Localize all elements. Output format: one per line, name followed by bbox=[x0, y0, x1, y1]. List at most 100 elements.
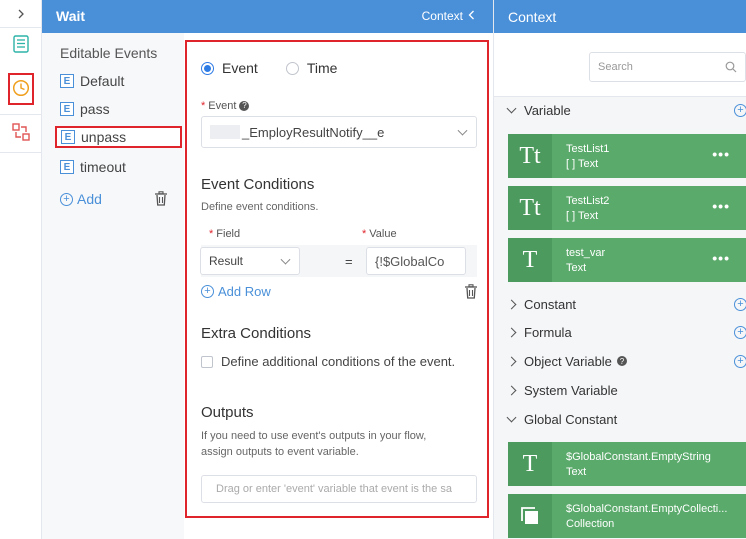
chevron-right-icon bbox=[506, 385, 517, 395]
group-variable-label: Variable bbox=[524, 102, 571, 118]
chevron-down-icon bbox=[280, 254, 291, 265]
group-constant-label: Constant bbox=[524, 296, 577, 312]
variable-name: TestList2 bbox=[566, 195, 610, 207]
event-badge-icon: E bbox=[60, 74, 74, 88]
field-select-value: Result bbox=[209, 254, 244, 268]
variable-type: [ ] Text bbox=[566, 158, 599, 170]
wait-header: Wait Context bbox=[42, 0, 493, 33]
event-label-text: Event bbox=[208, 100, 237, 112]
text-list-icon: Tt bbox=[508, 186, 552, 230]
more-icon[interactable]: ••• bbox=[712, 250, 730, 266]
plus-circle-icon: + bbox=[60, 192, 73, 206]
variable-card-testlist2[interactable]: Tt TestList2 [ ] Text ••• bbox=[508, 186, 746, 230]
global-constant-name: $GlobalConstant.EmptyCollecti... bbox=[566, 503, 728, 515]
event-select-value: _EmployResultNotify__e bbox=[242, 124, 385, 140]
radio-time-dot bbox=[285, 61, 299, 75]
add-constant-icon[interactable]: + bbox=[734, 297, 746, 311]
event-badge-icon: E bbox=[61, 130, 75, 144]
rail-wait-button[interactable] bbox=[0, 72, 41, 106]
add-formula-icon[interactable]: + bbox=[734, 325, 746, 339]
event-item-label: unpass bbox=[81, 129, 127, 145]
plus-circle-icon: + bbox=[201, 285, 214, 298]
chevron-down-icon bbox=[506, 412, 517, 422]
group-constant[interactable]: Constant + bbox=[494, 291, 746, 317]
checkbox-box bbox=[201, 355, 213, 368]
event-label: * Event? bbox=[201, 100, 250, 112]
collapse-toggle[interactable] bbox=[0, 0, 41, 28]
rail-wait-highlight bbox=[7, 73, 34, 105]
add-object-variable-icon[interactable]: + bbox=[734, 354, 746, 368]
context-title: Context bbox=[508, 9, 557, 25]
add-row-label: Add Row bbox=[218, 284, 271, 299]
add-event-label: Add bbox=[77, 191, 102, 207]
more-icon[interactable]: ••• bbox=[712, 198, 730, 214]
group-system-variable-label: System Variable bbox=[524, 382, 618, 398]
more-icon[interactable]: ••• bbox=[712, 146, 730, 162]
operator-equals: = bbox=[345, 254, 353, 269]
context-search-area: Search bbox=[494, 33, 746, 97]
branch-icon bbox=[11, 122, 31, 145]
variable-name: test_var bbox=[566, 247, 606, 259]
event-badge-icon: E bbox=[60, 160, 74, 174]
event-conditions-title: Event Conditions bbox=[201, 176, 315, 193]
event-item-label: Default bbox=[80, 73, 125, 89]
radio-event-dot bbox=[201, 61, 214, 75]
group-formula[interactable]: Formula + bbox=[494, 319, 746, 345]
event-item-timeout[interactable]: E timeout bbox=[54, 156, 126, 178]
global-constant-name: $GlobalConstant.EmptyString bbox=[566, 451, 711, 463]
context-search-input[interactable]: Search bbox=[589, 52, 746, 82]
extra-conditions-title: Extra Conditions bbox=[201, 325, 312, 342]
add-row-button[interactable]: + Add Row bbox=[201, 284, 271, 299]
variable-card-testlist1[interactable]: Tt TestList1 [ ] Text ••• bbox=[508, 134, 746, 178]
radio-event[interactable]: Event bbox=[201, 60, 258, 76]
context-toggle[interactable]: Context bbox=[422, 9, 475, 23]
mode-radio-group: Event Time bbox=[201, 60, 337, 76]
outputs-title: Outputs bbox=[201, 404, 254, 421]
chevron-left-icon bbox=[468, 9, 475, 23]
value-input[interactable]: {!$GlobalCo bbox=[366, 247, 466, 275]
search-icon bbox=[725, 61, 737, 76]
global-constant-card-emptycollection[interactable]: $GlobalConstant.EmptyCollecti... Collect… bbox=[508, 494, 746, 538]
group-object-variable[interactable]: Object Variable ? + bbox=[494, 348, 746, 374]
editable-events-panel: Editable Events E Default E pass E unpas… bbox=[42, 33, 184, 539]
variable-name: TestList1 bbox=[566, 143, 610, 155]
event-item-label: timeout bbox=[80, 159, 126, 175]
rail-list-button[interactable] bbox=[0, 30, 41, 60]
event-form: Event Time * Event? _EmployResultNotify__… bbox=[185, 40, 489, 518]
value-input-text: {!$GlobalCo bbox=[375, 253, 445, 269]
redacted-text bbox=[210, 125, 240, 139]
event-badge-icon: E bbox=[60, 102, 74, 116]
variable-card-test-var[interactable]: T test_var Text ••• bbox=[508, 238, 746, 282]
context-header: Context bbox=[494, 0, 746, 33]
variable-type: Text bbox=[566, 262, 587, 274]
chevron-right-icon bbox=[506, 299, 517, 309]
outputs-input[interactable]: Drag or enter 'event' variable that even… bbox=[201, 475, 477, 503]
wait-title: Wait bbox=[56, 8, 86, 24]
clock-icon bbox=[12, 79, 30, 100]
event-conditions-desc: Define event conditions. bbox=[201, 201, 319, 213]
add-variable-icon[interactable]: + bbox=[734, 103, 746, 117]
event-item-pass[interactable]: E pass bbox=[54, 98, 110, 120]
event-item-label: pass bbox=[80, 101, 110, 117]
extra-conditions-checkbox[interactable]: Define additional conditions of the even… bbox=[201, 354, 455, 369]
chevron-right-icon bbox=[506, 327, 517, 337]
group-global-constant[interactable]: Global Constant bbox=[494, 406, 746, 432]
trash-icon[interactable] bbox=[464, 284, 478, 302]
text-icon: T bbox=[508, 238, 552, 282]
field-label-text: Field bbox=[216, 228, 241, 240]
radio-time[interactable]: Time bbox=[285, 60, 337, 76]
field-select[interactable]: Result bbox=[200, 247, 300, 275]
outputs-placeholder: Drag or enter 'event' variable that even… bbox=[216, 483, 452, 495]
group-system-variable[interactable]: System Variable bbox=[494, 377, 746, 403]
trash-icon[interactable] bbox=[154, 191, 168, 209]
global-constant-type: Collection bbox=[566, 518, 615, 530]
value-label: * Value bbox=[362, 228, 397, 240]
event-select[interactable]: _EmployResultNotify__e bbox=[201, 116, 477, 148]
group-variable[interactable]: Variable + bbox=[494, 97, 746, 123]
search-placeholder: Search bbox=[598, 61, 633, 73]
event-item-unpass[interactable]: E unpass bbox=[55, 126, 182, 148]
event-item-default[interactable]: E Default bbox=[54, 70, 124, 92]
rail-branch-button[interactable] bbox=[0, 114, 41, 148]
global-constant-card-emptystring[interactable]: T $GlobalConstant.EmptyString Text bbox=[508, 442, 746, 486]
add-event-button[interactable]: + Add bbox=[60, 191, 102, 207]
